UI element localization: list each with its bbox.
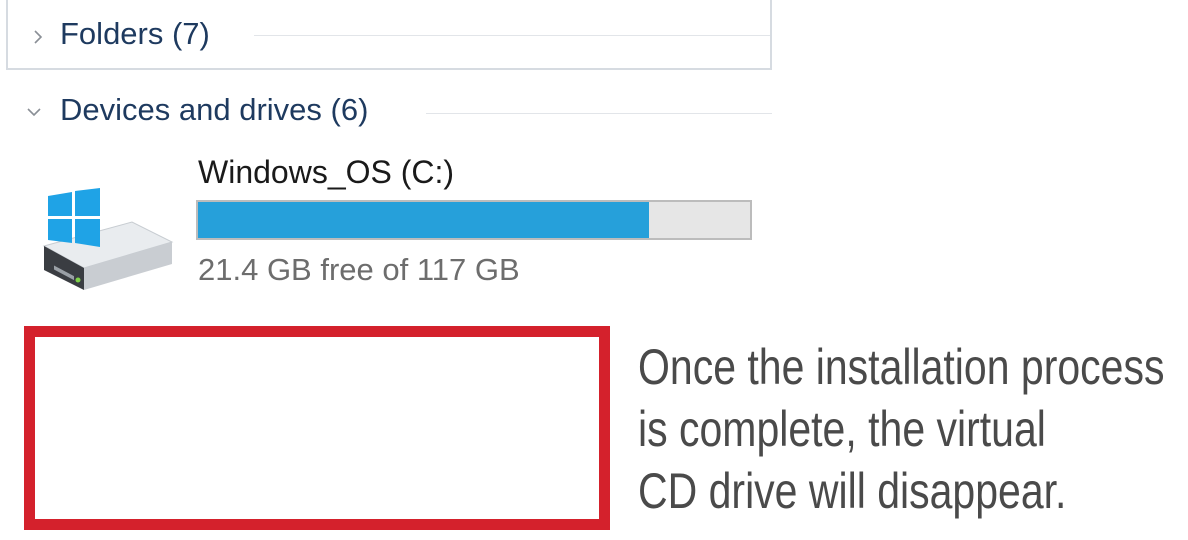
chevron-down-icon[interactable] <box>26 104 42 120</box>
section-divider <box>254 35 770 36</box>
caption-line: is complete, the virtual <box>638 401 1046 457</box>
drive-usage-bar <box>196 200 752 240</box>
windows-drive-icon <box>42 188 174 290</box>
highlight-box <box>24 326 610 530</box>
folders-section-label: Folders (7) <box>60 16 210 51</box>
devices-section-label[interactable]: Devices and drives (6) <box>60 92 368 128</box>
caption-line: CD drive will disappear. <box>638 463 1067 519</box>
chevron-right-icon <box>34 30 43 44</box>
section-divider <box>426 113 772 114</box>
drive-free-space: 21.4 GB free of 117 GB <box>198 252 520 287</box>
caption-line: Once the installation process <box>638 339 1165 395</box>
folders-section-header[interactable]: Folders (7) <box>6 0 772 70</box>
drive-name: Windows_OS (C:) <box>198 154 455 190</box>
drive-usage-bar-fill <box>198 202 649 238</box>
drive-item-c[interactable]: Windows_OS (C:) 21.4 GB free of 117 GB <box>40 150 760 295</box>
annotation-caption: Once the installation process is complet… <box>638 336 1165 522</box>
